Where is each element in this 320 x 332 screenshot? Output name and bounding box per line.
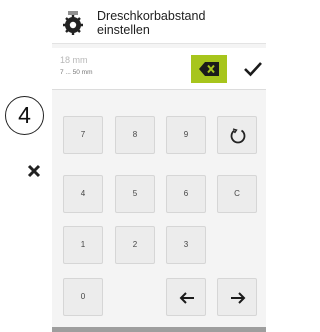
close-icon <box>27 164 41 178</box>
key-2[interactable]: 2 <box>115 226 155 264</box>
input-value: 18 mm <box>60 55 88 65</box>
key-7[interactable]: 7 <box>63 116 103 154</box>
key-0[interactable]: 0 <box>63 278 103 316</box>
arrow-right-icon <box>231 292 246 304</box>
header: Dreschkorbabstand einstellen <box>52 0 266 44</box>
page-title: Dreschkorbabstand einstellen <box>97 9 257 37</box>
concave-gear-icon <box>60 10 86 36</box>
reset-circle-icon <box>230 128 246 144</box>
cursor-right-button[interactable] <box>217 278 257 316</box>
arrow-left-icon <box>179 292 194 304</box>
bottom-divider <box>52 327 266 332</box>
checkmark-icon <box>244 62 262 77</box>
page-title-line2: einstellen <box>97 23 150 37</box>
key-4[interactable]: 4 <box>63 175 103 213</box>
clear-button[interactable]: C <box>217 175 257 213</box>
key-5[interactable]: 5 <box>115 175 155 213</box>
confirm-button[interactable] <box>239 55 266 83</box>
backspace-icon <box>199 62 219 76</box>
key-3[interactable]: 3 <box>166 226 206 264</box>
key-1[interactable]: 1 <box>63 226 103 264</box>
backspace-button[interactable] <box>191 55 227 83</box>
page-title-line1: Dreschkorbabstand <box>97 9 206 23</box>
key-6[interactable]: 6 <box>166 175 206 213</box>
close-button[interactable] <box>24 161 44 181</box>
cursor-left-button[interactable] <box>166 278 206 316</box>
reset-button[interactable] <box>217 116 257 154</box>
key-9[interactable]: 9 <box>166 116 206 154</box>
value-input-field[interactable]: 18 mm 7 ... 50 mm <box>52 48 266 90</box>
step-number-badge: 4 <box>5 96 44 135</box>
input-range-hint: 7 ... 50 mm <box>60 69 93 76</box>
key-8[interactable]: 8 <box>115 116 155 154</box>
